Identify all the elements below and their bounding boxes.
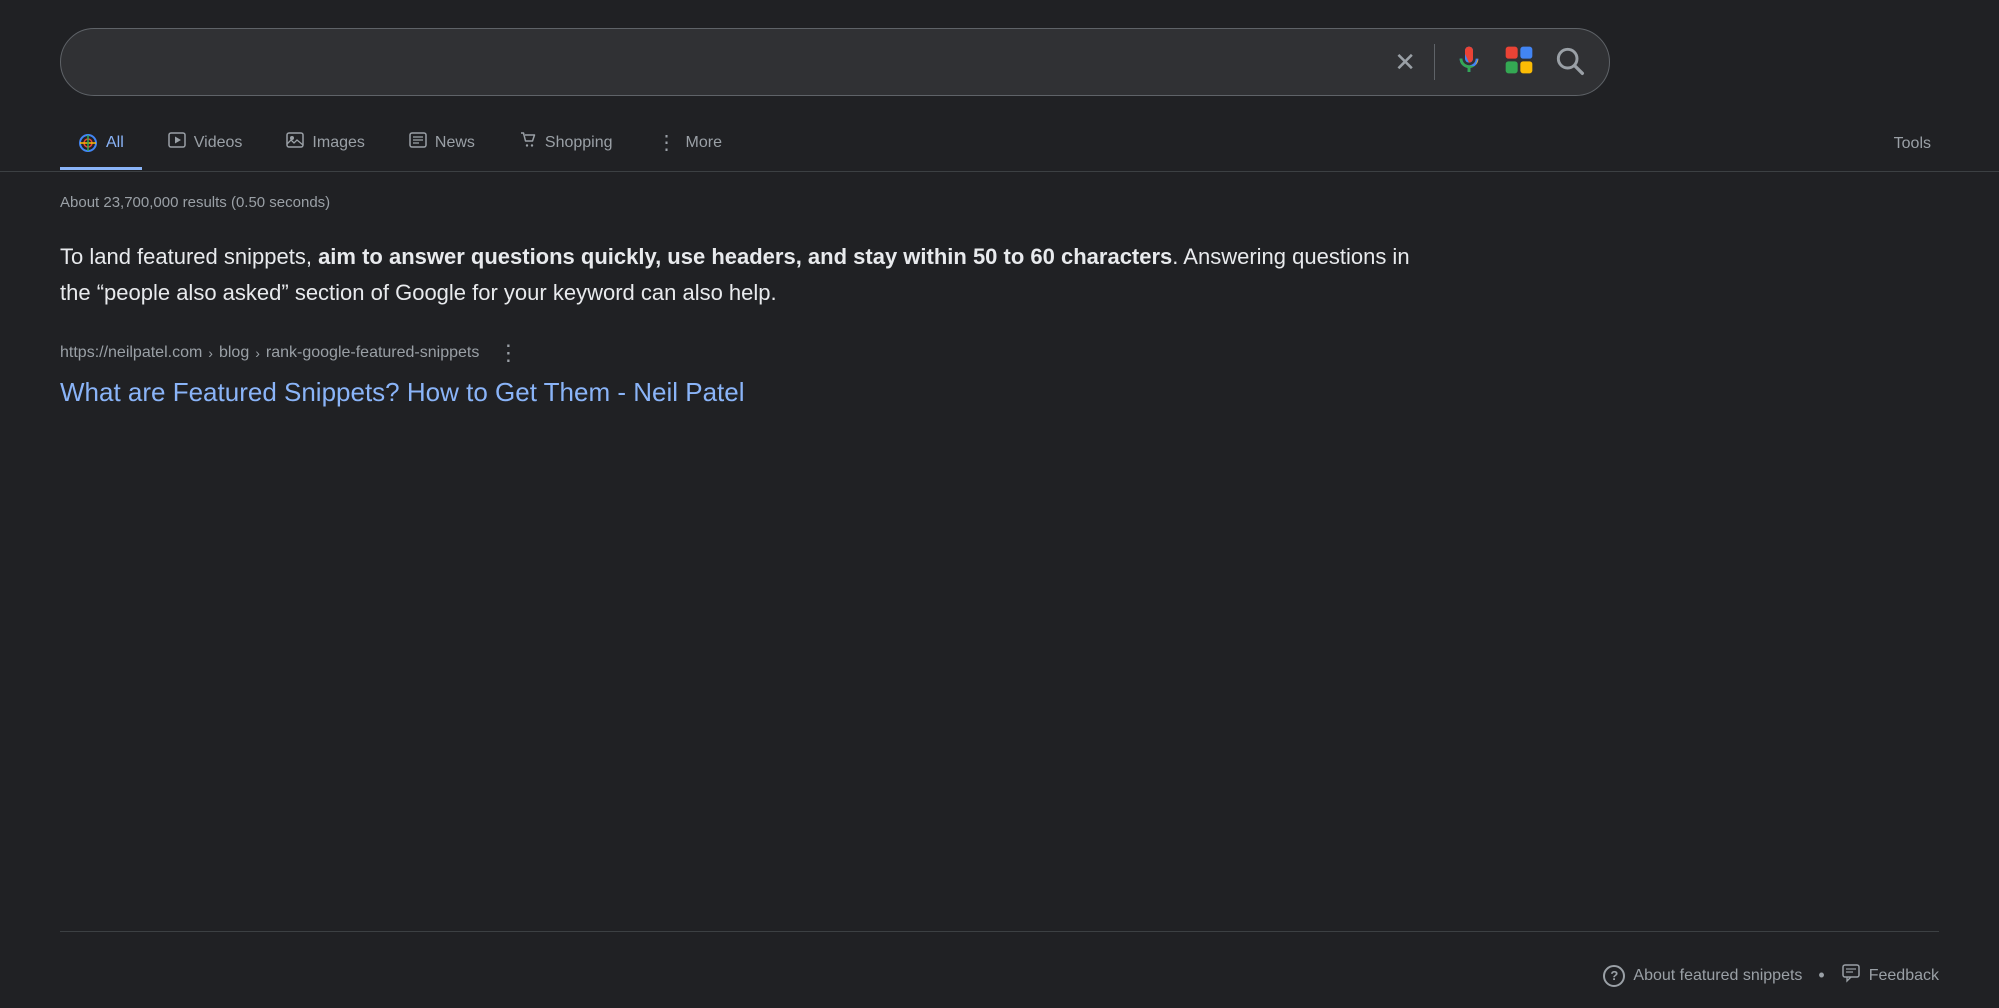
about-snippets-label: About featured snippets [1633,967,1802,985]
tab-all[interactable]: All [60,119,142,170]
breadcrumb-1: blog [219,344,249,362]
lens-icon[interactable] [1503,44,1535,81]
search-actions: ✕ [1394,44,1585,81]
breadcrumb-2: rank-google-featured-snippets [266,344,479,362]
search-bar-container: how to get featured snippet ✕ [0,0,1999,96]
snippet-text-before: To land featured snippets, [60,244,318,269]
feedback-button[interactable]: Feedback [1841,963,1939,988]
source-menu-icon[interactable]: ⋮ [497,340,519,366]
tab-images-label: Images [312,134,364,152]
microphone-icon[interactable] [1453,44,1485,81]
bottom-separator [60,931,1939,932]
source-url-text: https://neilpatel.com › blog › rank-goog… [60,344,479,362]
result-title[interactable]: What are Featured Snippets? How to Get T… [60,377,745,407]
tab-videos-label: Videos [194,134,243,152]
tab-videos[interactable]: Videos [150,117,261,171]
featured-snippet: To land featured snippets, aim to answer… [0,211,1500,312]
images-tab-icon [286,131,304,154]
bottom-bar: ? About featured snippets • Feedback [0,943,1999,1008]
snippet-text-bold: aim to answer questions quickly, use hea… [318,244,1172,269]
dot-separator: • [1818,965,1824,986]
search-button[interactable] [1553,44,1585,81]
more-tab-icon: ⋮ [657,130,678,155]
url-base: https://neilpatel.com [60,344,202,362]
tabs-left: All Videos Images [60,116,740,171]
snippet-text: To land featured snippets, aim to answer… [60,239,1440,312]
shopping-tab-icon [519,131,537,154]
search-input[interactable]: how to get featured snippet [85,48,1394,76]
tabs-container: All Videos Images [0,116,1999,172]
tab-more-label: More [686,134,722,152]
search-bar: how to get featured snippet ✕ [60,28,1610,96]
tab-images[interactable]: Images [268,117,382,171]
tab-news-label: News [435,134,475,152]
tab-shopping-label: Shopping [545,134,613,152]
all-tab-icon [78,133,98,153]
results-count: About 23,700,000 results (0.50 seconds) [0,172,1999,211]
tab-shopping[interactable]: Shopping [501,117,631,171]
feedback-label: Feedback [1869,967,1939,985]
source-container: https://neilpatel.com › blog › rank-goog… [0,312,1200,410]
about-snippets[interactable]: ? About featured snippets [1603,965,1802,987]
tab-all-label: All [106,134,124,152]
clear-icon[interactable]: ✕ [1394,47,1416,78]
feedback-icon [1841,963,1861,988]
tab-more[interactable]: ⋮ More [639,116,740,172]
breadcrumb-chevron-2: › [255,345,260,361]
tab-tools[interactable]: Tools [1886,121,1939,167]
tab-news[interactable]: News [391,117,493,171]
news-tab-icon [409,131,427,154]
source-url: https://neilpatel.com › blog › rank-goog… [60,340,1140,366]
videos-tab-icon [168,131,186,154]
about-icon: ? [1603,965,1625,987]
search-divider [1434,44,1435,80]
breadcrumb-chevron-1: › [208,345,213,361]
